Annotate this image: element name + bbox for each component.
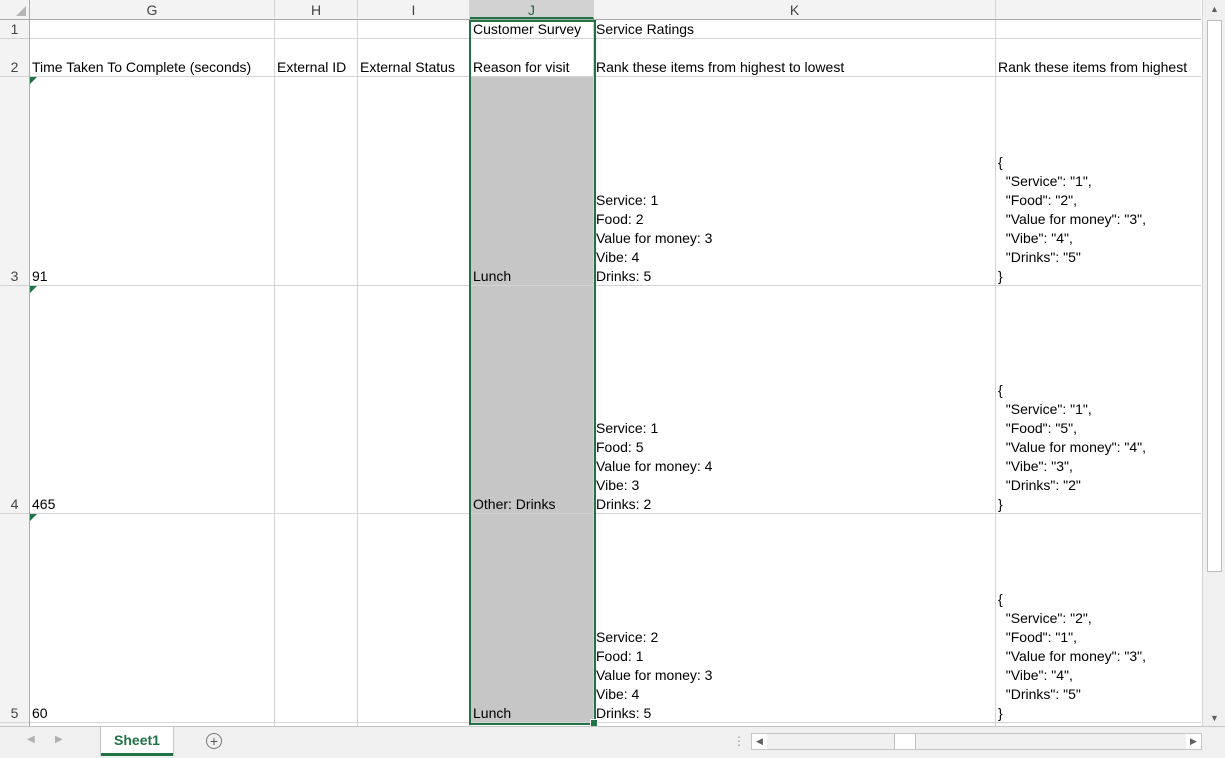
gridline — [274, 20, 275, 726]
row-number-2: 2 — [10, 59, 19, 75]
sheet-tab-bar: ◀ ▶ Sheet1 + ⋮ ◀ ▶ — [0, 726, 1225, 758]
cell-i2[interactable]: External Status — [360, 58, 455, 77]
column-header-l[interactable] — [996, 0, 1201, 19]
next-sheet-icon[interactable]: ▶ — [55, 734, 63, 745]
vertical-scrollbar[interactable]: ▲ ▼ — [1202, 0, 1225, 729]
scroll-down-icon[interactable]: ▼ — [1207, 711, 1222, 726]
row-number-3: 3 — [10, 268, 19, 284]
select-all-corner[interactable] — [0, 0, 30, 19]
cell-k4[interactable]: Service: 1 Food: 5 Value for money: 4 Vi… — [596, 286, 712, 514]
vertical-scroll-thumb[interactable] — [1207, 20, 1222, 572]
cell-k5[interactable]: Service: 2 Food: 1 Value for money: 3 Vi… — [596, 514, 712, 723]
cell-l4[interactable]: { "Service": "1", "Food": "5", "Value fo… — [998, 286, 1201, 514]
row-header-5[interactable]: 5 — [0, 514, 29, 723]
column-header-i[interactable]: I — [358, 0, 470, 19]
prev-sheet-icon[interactable]: ◀ — [27, 734, 35, 745]
row-number-5: 5 — [10, 705, 19, 721]
cell-g2[interactable]: Time Taken To Complete (seconds) — [32, 58, 251, 77]
add-sheet-icon[interactable]: + — [206, 733, 222, 749]
select-all-triangle-icon — [16, 6, 26, 16]
column-header-g[interactable]: G — [30, 0, 275, 19]
row-header-3[interactable]: 3 — [0, 77, 29, 286]
gridline — [995, 20, 996, 726]
column-header-j[interactable]: J — [470, 0, 594, 19]
spreadsheet-grid[interactable]: G H I J K 1 2 3 4 5 Customer Survey Serv… — [0, 0, 1201, 726]
horizontal-scroll-thumb[interactable] — [894, 734, 916, 749]
fill-handle[interactable] — [590, 719, 598, 726]
cell-k3[interactable]: Service: 1 Food: 2 Value for money: 3 Vi… — [596, 77, 712, 286]
row-number-4: 4 — [10, 496, 19, 512]
cell-l2[interactable]: Rank these items from highest — [998, 58, 1201, 77]
horizontal-scrollbar[interactable]: ◀ ▶ — [751, 733, 1202, 750]
scroll-up-icon[interactable]: ▲ — [1207, 2, 1222, 17]
cell-k2[interactable]: Rank these items from highest to lowest — [596, 58, 844, 77]
cell-l5[interactable]: { "Service": "2", "Food": "1", "Value fo… — [998, 514, 1201, 723]
sheet-tab-sheet1[interactable]: Sheet1 — [101, 727, 173, 756]
cell-l3[interactable]: { "Service": "1", "Food": "2", "Value fo… — [998, 77, 1201, 286]
row-header-2[interactable]: 2 — [0, 39, 29, 77]
scroll-left-icon[interactable]: ◀ — [752, 734, 767, 749]
gridline — [357, 20, 358, 726]
cell-h2[interactable]: External ID — [277, 58, 346, 77]
row-number-1: 1 — [10, 21, 19, 37]
cell-k1[interactable]: Service Ratings — [596, 20, 694, 39]
splitter-dots-icon[interactable]: ⋮ — [733, 734, 745, 748]
column-header-h[interactable]: H — [275, 0, 358, 19]
cell-g3[interactable]: 91 — [32, 77, 48, 286]
cell-g5[interactable]: 60 — [32, 514, 48, 723]
scroll-right-icon[interactable]: ▶ — [1186, 734, 1201, 749]
cell-g4[interactable]: 465 — [32, 286, 55, 514]
row-header-4[interactable]: 4 — [0, 286, 29, 514]
column-header-k[interactable]: K — [594, 0, 996, 19]
selection-border — [469, 20, 596, 725]
row-header-1[interactable]: 1 — [0, 20, 29, 39]
